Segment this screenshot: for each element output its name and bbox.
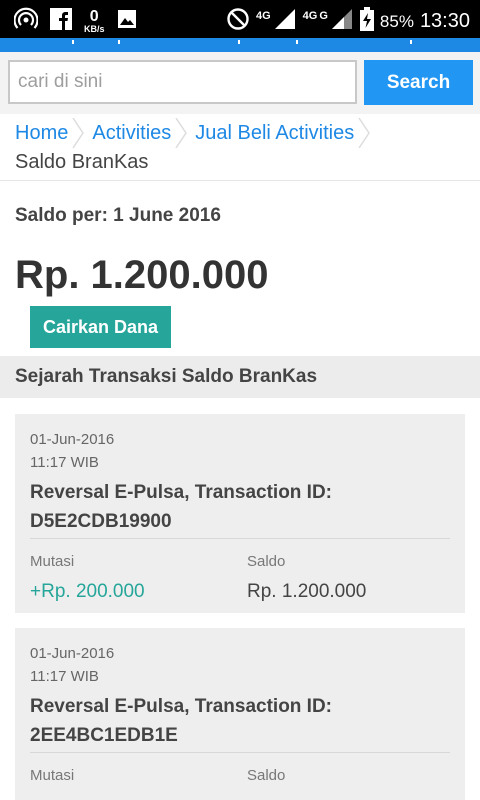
battery-percentage: 85% — [379, 11, 414, 31]
transaction-title: Reversal E-Pulsa, Transaction ID: 2EE4BC… — [30, 696, 333, 746]
mutasi-value: +Rp. 200.000 — [30, 581, 145, 602]
network-speed-value: 0 — [89, 8, 99, 25]
do-not-disturb-icon — [226, 7, 250, 36]
saldo-label: Saldo — [247, 553, 286, 570]
breadcrumb-jual-beli-link[interactable]: Jual Beli Activities — [195, 122, 354, 145]
search-button[interactable]: Search — [364, 60, 473, 105]
clock: 13:30 — [419, 10, 470, 32]
breadcrumb-home-link[interactable]: Home — [15, 122, 68, 145]
status-bar-right: 4G 4G G 85% 13:30 — [226, 7, 470, 36]
transaction-date: 01-Jun-2016 — [30, 645, 115, 662]
breadcrumb-activities-link[interactable]: Activities — [92, 122, 171, 145]
signal-icon — [273, 7, 297, 36]
search-input[interactable] — [8, 60, 357, 104]
transaction-date: 01-Jun-2016 — [30, 431, 115, 448]
battery-charging-icon — [359, 7, 374, 36]
status-bar: 0 KB/s 4G 4G G 85% 13:30 — [0, 0, 480, 38]
network-speed: 0 KB/s — [84, 9, 105, 34]
breadcrumb-separator-icon — [175, 117, 188, 149]
balance-date: Saldo per: 1 June 2016 — [15, 205, 221, 226]
transaction-card: 01-Jun-2016 11:17 WIB Reversal E-Pulsa, … — [15, 628, 465, 800]
network-speed-unit: KB/s — [84, 24, 105, 34]
history-title: Sejarah Transaksi Saldo BranKas — [15, 366, 318, 387]
mutasi-label: Mutasi — [30, 767, 75, 784]
status-bar-left: 0 KB/s — [13, 7, 137, 36]
transaction-card: 01-Jun-2016 11:17 WIB Reversal E-Pulsa, … — [15, 414, 465, 613]
network-label-1: 4G — [255, 9, 271, 22]
transaction-divider — [30, 752, 450, 753]
network-label-2: 4G — [302, 9, 318, 22]
withdraw-button[interactable]: Cairkan Dana — [30, 306, 171, 348]
image-icon — [117, 9, 137, 34]
transaction-divider — [30, 538, 450, 539]
top-nav-bar — [0, 38, 480, 52]
wifi-hotspot-icon — [13, 7, 39, 36]
facebook-icon — [50, 8, 72, 35]
transaction-time: 11:17 WIB — [30, 668, 99, 685]
search-bar: Search — [0, 52, 480, 114]
history-header: Sejarah Transaksi Saldo BranKas — [0, 356, 480, 398]
breadcrumb-current: Saldo BranKas — [15, 151, 149, 173]
breadcrumb: Home Activities Jual Beli Activities Sal… — [0, 114, 480, 181]
breadcrumb-links: Home Activities Jual Beli Activities — [15, 117, 378, 149]
balance-amount: Rp. 1.200.000 — [15, 253, 269, 297]
mutasi-label: Mutasi — [30, 553, 75, 570]
saldo-value: Rp. 1.200.000 — [247, 581, 367, 602]
network-label-3: G — [319, 9, 328, 22]
saldo-label: Saldo — [247, 767, 286, 784]
breadcrumb-separator-icon — [358, 117, 371, 149]
transaction-title: Reversal E-Pulsa, Transaction ID: D5E2CD… — [30, 482, 333, 532]
transaction-time: 11:17 WIB — [30, 454, 99, 471]
breadcrumb-separator-icon — [72, 117, 85, 149]
signal-icon — [330, 7, 354, 36]
